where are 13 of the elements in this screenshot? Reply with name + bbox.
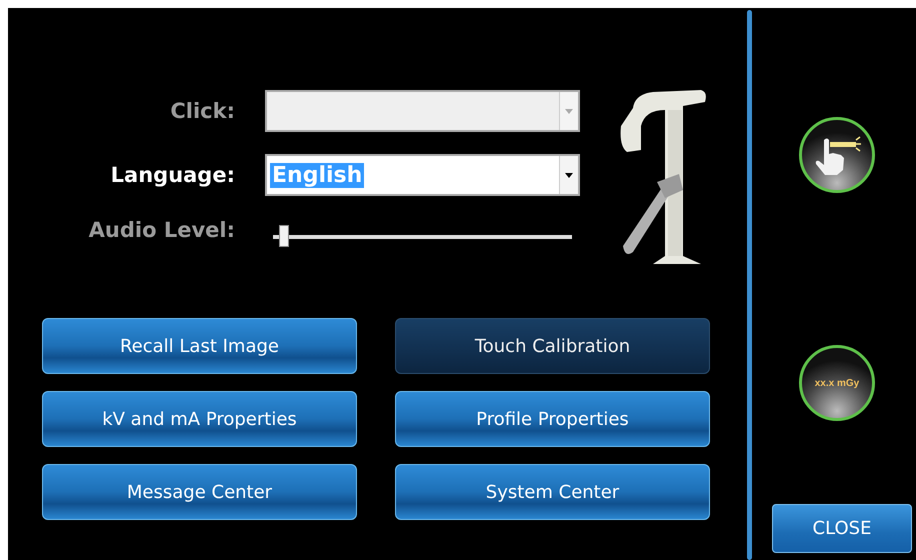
dropdown-arrow-icon (565, 172, 573, 178)
field-label: Click: (169, 99, 235, 123)
dose-button[interactable]: xx.x mGy (799, 345, 875, 421)
menu-button[interactable]: Recall Last Image (42, 318, 357, 374)
menu-button[interactable]: kV and mA Properties (42, 391, 357, 447)
menu-button[interactable]: System Center (395, 464, 710, 520)
dropdown-field[interactable]: English (265, 154, 580, 196)
field-label: Language: (110, 163, 235, 187)
dropdown-arrow-icon (565, 108, 573, 114)
menu-button[interactable]: Profile Properties (395, 391, 710, 447)
close-button[interactable]: CLOSE (772, 504, 912, 553)
menu-button[interactable]: Message Center (42, 464, 357, 520)
field-label: Audio Level: (88, 218, 235, 242)
